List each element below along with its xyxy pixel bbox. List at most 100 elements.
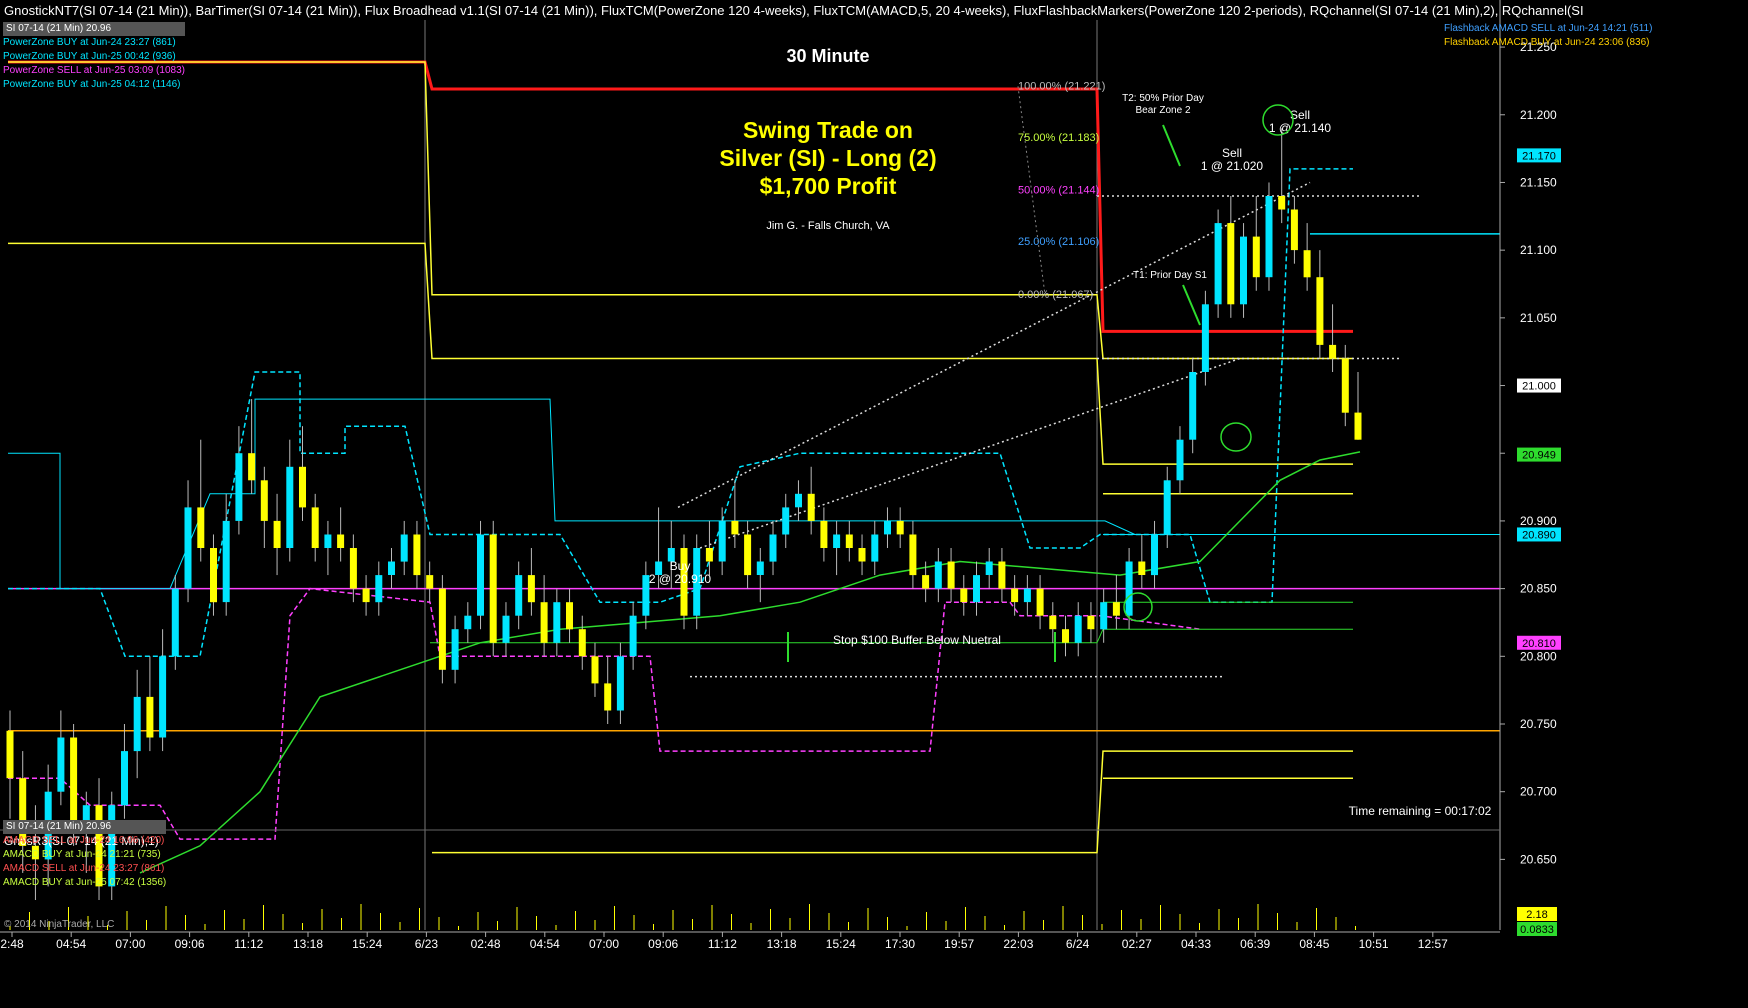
candle-body-91 — [1163, 480, 1171, 535]
candle-body-24 — [311, 507, 319, 548]
candle-body-63 — [807, 493, 815, 521]
candle-body-4 — [57, 737, 65, 792]
author-label: Jim G. - Falls Church, VA — [766, 220, 890, 232]
time-tick-8: 02:48 — [471, 937, 501, 951]
candle-body-93 — [1189, 372, 1197, 440]
candle-body-83 — [1062, 629, 1069, 643]
candle-body-104 — [1329, 344, 1337, 359]
candle-body-62 — [795, 493, 802, 508]
candle-body-61 — [782, 507, 790, 535]
candle-body-34 — [438, 588, 446, 670]
time-tick-20: 04:33 — [1181, 937, 1211, 951]
price-tag-2: 20.949 — [1522, 450, 1556, 462]
stop-label: Stop $100 Buffer Below Nuetral — [833, 633, 1001, 647]
fib-label-3: 25.00% (21.106) — [1018, 236, 1099, 248]
time-tick-11: 09:06 — [648, 937, 678, 951]
candle-body-60 — [769, 534, 777, 562]
candle-body-88 — [1125, 561, 1133, 616]
headline-line-0: Swing Trade on — [743, 117, 913, 143]
candle-body-77 — [985, 561, 993, 575]
legend-bottom-left-item-0: SI 07-14 (21 Min) 20.96 — [3, 820, 167, 834]
timeframe-label: 30 Minute — [786, 46, 869, 66]
candle-body-72 — [922, 575, 930, 589]
price-axis[interactable]: 21.25021.20021.15021.10021.05021.00020.9… — [1499, 0, 1748, 1008]
legend-top-right-item-0: Flashback AMACD SELL at Jun-24 14:21 (51… — [1444, 23, 1653, 34]
candle-body-45 — [578, 629, 586, 657]
candle-body-105 — [1341, 358, 1349, 413]
candle-body-66 — [845, 534, 853, 548]
candle-body-90 — [1151, 534, 1158, 576]
candle-body-16 — [210, 548, 217, 603]
candle-body-68 — [871, 534, 879, 562]
candle-body-67 — [858, 548, 866, 562]
indicator-header: GnostickNT7(SI 07-14 (21 Min)), BarTimer… — [4, 3, 1584, 18]
legend-top-left-item-0: SI 07-14 (21 Min) 20.96 — [3, 22, 185, 36]
candle-body-14 — [184, 507, 192, 589]
time-tick-3: 09:06 — [175, 937, 205, 951]
candle-body-33 — [426, 575, 434, 589]
candle-body-86 — [1100, 602, 1108, 630]
legend-top-right: Flashback AMACD SELL at Jun-24 14:21 (51… — [1444, 22, 1652, 50]
candle-body-79 — [1011, 588, 1019, 603]
legend-top-left-item-3: PowerZone SELL at Jun-25 03:09 (1083) — [3, 65, 185, 76]
time-remaining-label: Time remaining = 00:17:02 — [1349, 804, 1492, 818]
candle-body-17 — [222, 520, 230, 603]
candle-body-82 — [1049, 615, 1057, 630]
price-chart[interactable]: 100.00% (21.221) 75.00% (21.183) 50.00% (2… — [0, 0, 1748, 1008]
time-tick-24: 12:57 — [1418, 937, 1448, 951]
candle-body-80 — [1023, 588, 1031, 603]
candle-body-71 — [909, 534, 917, 576]
headline-line-1: Silver (SI) - Long (2) — [719, 145, 936, 171]
time-tick-15: 17:30 — [885, 937, 915, 951]
sell1-label-0: Sell — [1222, 146, 1242, 160]
candle-body-12 — [159, 656, 167, 738]
sell1-label-1: 1 @ 21.020 — [1201, 159, 1264, 173]
time-tick-16: 19:57 — [944, 937, 974, 951]
sub-tag-1: 0.0833 — [1520, 924, 1554, 936]
candle-body-94 — [1201, 304, 1209, 372]
legend-bottom-left: SI 07-14 (21 Min) 20.96 AMACD SELL at Jun… — [3, 820, 167, 890]
time-tick-10: 07:00 — [589, 937, 619, 951]
candle-body-0 — [6, 730, 14, 779]
candle-body-29 — [375, 575, 383, 603]
candle-body-23 — [299, 466, 306, 508]
candle-body-40 — [515, 575, 523, 616]
candle-body-37 — [477, 534, 484, 616]
price-tick-11: 20.700 — [1520, 785, 1557, 799]
candle-body-49 — [629, 615, 637, 657]
candle-body-101 — [1290, 209, 1298, 251]
candle-body-84 — [1074, 615, 1082, 643]
legend-top-left-item-1: PowerZone BUY at Jun-24 23:27 (861) — [3, 37, 176, 48]
time-tick-17: 22:03 — [1003, 937, 1033, 951]
buy-label-1: 2 @ 20.910 — [649, 572, 712, 586]
candle-body-96 — [1227, 223, 1235, 305]
candle-body-70 — [896, 520, 904, 535]
fib-label-2: 50.00% (21.144) — [1018, 185, 1099, 197]
candle-body-41 — [527, 575, 535, 603]
time-tick-9: 04:54 — [530, 937, 560, 951]
candle-body-21 — [273, 520, 281, 548]
copyright: © 2014 NinjaTrader, LLC — [4, 919, 114, 930]
candle-body-9 — [121, 751, 128, 806]
time-tick-0: 2:48 — [0, 937, 24, 951]
candle-body-106 — [1354, 412, 1362, 440]
time-tick-13: 13:18 — [767, 937, 797, 951]
time-tick-2: 07:00 — [115, 937, 145, 951]
legend-bottom-left-item-4: AMACD BUY at Jun-25 07:42 (1356) — [3, 877, 167, 888]
t2-label-1: Bear Zone 2 — [1135, 105, 1190, 116]
candle-body-27 — [349, 548, 357, 589]
candle-body-74 — [947, 561, 955, 589]
candle-body-55 — [705, 548, 713, 562]
time-tick-1: 04:54 — [56, 937, 86, 951]
candle-body-47 — [604, 683, 612, 711]
candle-body-69 — [884, 520, 891, 535]
legend-bottom-left-item-2: AMACD BUY at Jun-24 21:21 (735) — [3, 849, 161, 860]
fib-label-1: 75.00% (21.183) — [1018, 132, 1099, 144]
candle-body-57 — [731, 520, 739, 535]
candle-body-76 — [973, 575, 980, 603]
candle-body-95 — [1214, 223, 1222, 305]
candle-body-78 — [998, 561, 1006, 589]
time-tick-19: 02:27 — [1122, 937, 1152, 951]
candle-body-97 — [1240, 236, 1247, 305]
price-tick-3: 21.100 — [1520, 243, 1557, 257]
